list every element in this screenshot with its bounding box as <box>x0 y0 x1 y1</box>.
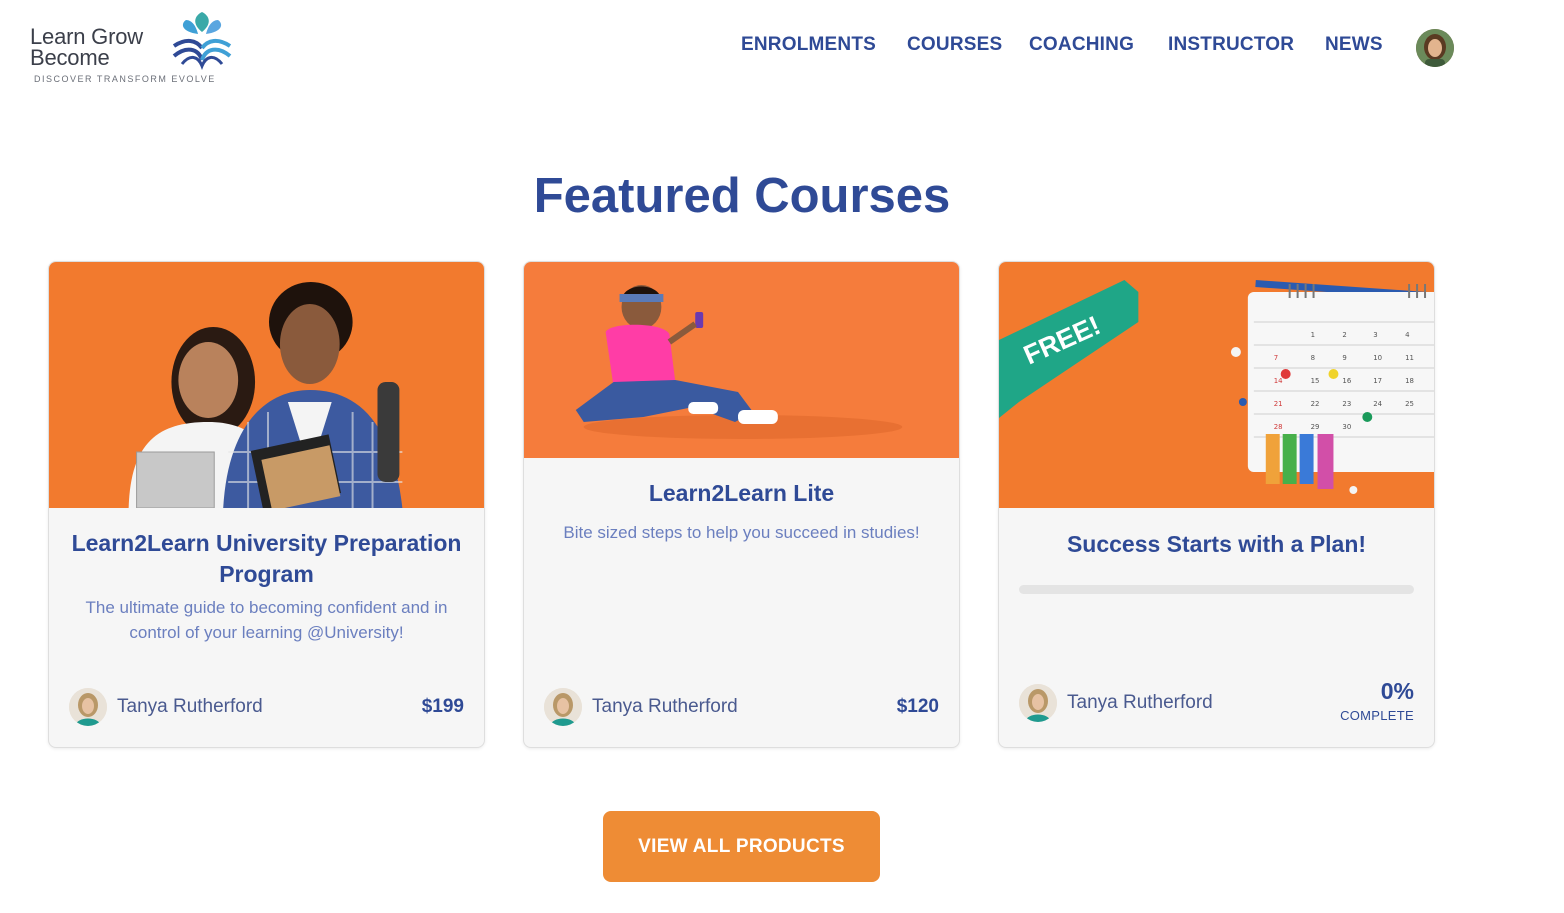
course-card-university-prep[interactable]: Learn2Learn University Preparation Progr… <box>48 261 485 748</box>
calendar-day-number: 3 <box>1373 331 1377 339</box>
author-avatar-icon <box>69 688 107 726</box>
view-all-products-button[interactable]: VIEW ALL PRODUCTS <box>603 811 880 882</box>
course-footer: Tanya Rutherford $120 <box>544 688 939 728</box>
nav-item-courses[interactable]: COURSES <box>907 34 1002 56</box>
course-card-plan[interactable]: 1 2 3 4 7 8 9 10 11 14 15 16 17 18 21 22 23 24 25 28 29 30 FR… <box>998 261 1435 748</box>
calendar-day-number: 7 <box>1274 354 1278 362</box>
course-progress-bar <box>1019 585 1414 594</box>
page-title: Featured Courses <box>533 169 951 223</box>
calendar-day-number: 4 <box>1405 331 1410 339</box>
user-avatar-icon[interactable] <box>1416 29 1454 67</box>
main-nav: ENROLMENTS COURSES COACHING INSTRUCTOR N… <box>0 34 1564 62</box>
course-card-lite[interactable]: Learn2Learn Lite Bite sized steps to hel… <box>523 261 960 748</box>
calendar-day-number: 23 <box>1342 400 1351 408</box>
calendar-day-number: 24 <box>1373 400 1382 408</box>
calendar-day-number: 22 <box>1311 400 1320 408</box>
course-description: Bite sized steps to help you succeed in … <box>563 523 920 542</box>
author-name: Tanya Rutherford <box>1067 692 1213 713</box>
course-title[interactable]: Learn2Learn University Preparation Progr… <box>69 528 464 590</box>
calendar-day-number: 21 <box>1274 400 1283 408</box>
calendar-day-number: 25 <box>1405 400 1414 408</box>
course-title[interactable]: Learn2Learn Lite <box>544 478 939 509</box>
calendar-day-number: 10 <box>1373 354 1382 362</box>
calendar-day-number: 18 <box>1405 377 1414 385</box>
logo-tagline: DISCOVER TRANSFORM EVOLVE <box>34 74 216 84</box>
calendar-day-number: 17 <box>1373 377 1382 385</box>
author-name: Tanya Rutherford <box>592 696 738 717</box>
course-price: $120 <box>896 696 939 717</box>
author-avatar-icon <box>544 688 582 726</box>
nav-item-enrolments[interactable]: ENROLMENTS <box>741 34 876 56</box>
calendar-day-number: 30 <box>1342 423 1351 431</box>
calendar-day-number: 1 <box>1311 331 1315 339</box>
calendar-day-number: 8 <box>1311 354 1315 362</box>
progress-label: COMPLETE <box>1340 708 1414 723</box>
author-avatar-icon <box>1019 684 1057 722</box>
students-photo-icon <box>49 262 484 508</box>
calendar-day-number: 14 <box>1274 377 1283 385</box>
calendar-day-number: 11 <box>1405 354 1414 362</box>
nav-item-instructor[interactable]: INSTRUCTOR <box>1168 34 1294 56</box>
calendar-day-number: 15 <box>1311 377 1320 385</box>
calendar-day-number: 9 <box>1342 354 1346 362</box>
calendar-day-number: 2 <box>1342 331 1346 339</box>
student-phone-photo-icon <box>524 262 959 458</box>
calendar-day-number: 16 <box>1342 377 1351 385</box>
course-description: The ultimate guide to becoming confident… <box>85 598 448 642</box>
progress-percent: 0% <box>1380 678 1414 704</box>
course-footer: Tanya Rutherford $199 <box>69 688 464 728</box>
course-title[interactable]: Success Starts with a Plan! <box>1019 529 1414 560</box>
nav-item-coaching[interactable]: COACHING <box>1029 34 1134 56</box>
author-name: Tanya Rutherford <box>117 696 263 717</box>
course-price: $199 <box>421 696 464 717</box>
calendar-day-number: 28 <box>1274 423 1283 431</box>
course-footer: Tanya Rutherford 0% COMPLETE <box>1019 678 1414 724</box>
nav-item-news[interactable]: NEWS <box>1325 34 1383 56</box>
calendar-day-number: 29 <box>1311 423 1320 431</box>
calendar-photo-icon: 1 2 3 47 8 9 10 1114 15 16 17 1821 22 23 24 2528 29 30 FR… <box>999 262 1434 508</box>
